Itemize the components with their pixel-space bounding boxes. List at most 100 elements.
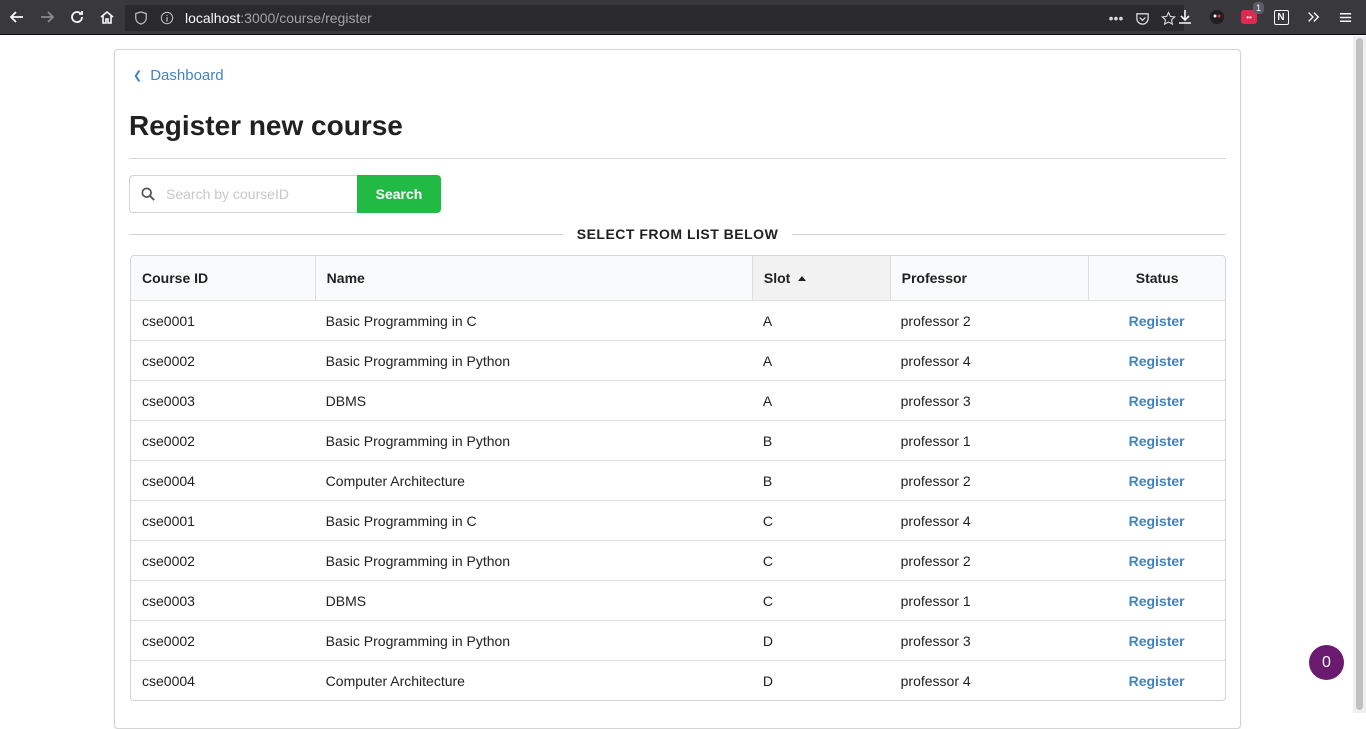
- cell-name: Basic Programming in Python: [315, 621, 752, 660]
- table-row: cse0002 Basic Programming in Python Dprofe…: [131, 620, 1225, 660]
- forward-icon[interactable]: [34, 4, 60, 30]
- hamburger-menu-icon[interactable]: [1332, 4, 1358, 30]
- overflow-chevron-icon[interactable]: [1300, 4, 1326, 30]
- notion-icon[interactable]: N: [1268, 4, 1294, 30]
- url-path: :3000/course/register: [240, 10, 372, 26]
- cell-course-id-text: cse0002: [142, 432, 195, 449]
- register-card: ❮ Dashboard Register new course Search S…: [114, 49, 1241, 729]
- page-scrollbar[interactable]: [1353, 36, 1366, 713]
- cell-slot-text: A: [762, 392, 773, 409]
- cell-slot-text: C: [762, 592, 773, 609]
- cell-name-text: Basic Programming in C: [325, 512, 477, 529]
- dashboard-back-link[interactable]: ❮ Dashboard: [133, 67, 224, 84]
- cell-slot: D: [752, 621, 890, 660]
- cell-slot: A: [752, 301, 890, 340]
- cell-course-id: cse0004: [131, 461, 315, 500]
- back-icon[interactable]: [4, 4, 30, 30]
- table-row: cse0004 Computer Architecture Dprofessor 4…: [131, 660, 1225, 700]
- cell-status: Register: [1088, 381, 1225, 420]
- cell-professor: professor 4: [890, 661, 1089, 700]
- table-row: cse0001 Basic Programming in C Aprofessor …: [131, 300, 1225, 340]
- header-slot[interactable]: Slot: [751, 256, 890, 300]
- reload-icon[interactable]: [64, 4, 90, 30]
- cell-professor: professor 4: [890, 501, 1089, 540]
- cell-course-id-text: cse0004: [142, 672, 195, 689]
- cell-slot-text: C: [762, 512, 773, 529]
- cell-course-id: cse0002: [131, 621, 315, 660]
- register-link[interactable]: Register: [1129, 473, 1185, 489]
- cell-status: Register: [1088, 341, 1225, 380]
- register-link[interactable]: Register: [1129, 673, 1185, 689]
- register-link[interactable]: Register: [1129, 513, 1185, 529]
- floating-counter-button[interactable]: 0: [1309, 645, 1344, 680]
- register-link[interactable]: Register: [1129, 393, 1185, 409]
- sort-ascending-icon: [798, 275, 807, 281]
- cell-professor: professor 2: [890, 461, 1089, 500]
- cell-slot: C: [752, 581, 890, 620]
- url-host: localhost: [185, 10, 241, 26]
- register-link[interactable]: Register: [1129, 313, 1185, 329]
- cell-course-id: cse0003: [131, 381, 315, 420]
- home-icon[interactable]: [94, 4, 120, 30]
- table-row: cse0003 DBMS Aprofessor 3 Register: [131, 380, 1225, 420]
- url-bar[interactable]: localhost:3000/course/register •••: [125, 5, 1184, 31]
- section-divider: SELECT FROM LIST BELOW: [129, 225, 1227, 243]
- cell-name: DBMS: [315, 581, 752, 620]
- cell-professor-text: professor 2: [900, 472, 971, 489]
- dashboard-link-label[interactable]: Dashboard: [150, 67, 223, 84]
- register-link[interactable]: Register: [1129, 593, 1185, 609]
- header-course-id[interactable]: Course ID: [131, 256, 315, 300]
- cell-slot-text: B: [762, 472, 773, 489]
- extension-avatar-icon[interactable]: [1204, 4, 1230, 30]
- cell-professor-text: professor 1: [900, 432, 971, 449]
- cell-status: Register: [1088, 621, 1225, 660]
- cell-course-id: cse0002: [131, 341, 315, 380]
- cell-slot: C: [752, 541, 890, 580]
- cell-status: Register: [1088, 421, 1225, 460]
- search-field[interactable]: [129, 175, 357, 213]
- pocket-icon[interactable]: [1132, 8, 1152, 28]
- cell-course-id: cse0001: [131, 301, 315, 340]
- cell-professor: professor 1: [890, 421, 1089, 460]
- cell-name-text: Computer Architecture: [325, 472, 465, 489]
- cell-professor: professor 3: [890, 381, 1089, 420]
- cell-slot-text: A: [762, 352, 773, 369]
- register-link[interactable]: Register: [1129, 553, 1185, 569]
- cell-course-id: cse0001: [131, 501, 315, 540]
- header-professor[interactable]: Professor: [889, 256, 1089, 300]
- search-button[interactable]: Search: [357, 175, 441, 213]
- cell-professor-text: professor 3: [900, 392, 971, 409]
- info-icon[interactable]: [157, 8, 177, 28]
- divider-line-right: [792, 233, 1227, 235]
- download-icon[interactable]: [1172, 4, 1198, 30]
- cell-name-text: Basic Programming in Python: [325, 552, 511, 569]
- page-actions-icon[interactable]: •••: [1106, 8, 1126, 28]
- cell-name: Basic Programming in C: [315, 301, 752, 340]
- cell-professor-text: professor 3: [900, 632, 971, 649]
- cell-status: Register: [1088, 661, 1225, 700]
- extension-badge-icon[interactable]: •• 1: [1236, 2, 1264, 30]
- courses-table: Course ID Name Slot Professor Status cse…: [130, 255, 1226, 701]
- table-row: cse0001 Basic Programming in C Cprofessor …: [131, 500, 1225, 540]
- cell-status: Register: [1088, 541, 1225, 580]
- cell-slot: B: [752, 421, 890, 460]
- tracking-shield-icon[interactable]: [131, 8, 151, 28]
- section-label: SELECT FROM LIST BELOW: [576, 226, 779, 242]
- search-group: Search: [129, 175, 441, 213]
- table-row: cse0002 Basic Programming in Python Bprofe…: [131, 420, 1225, 460]
- search-input[interactable]: [166, 186, 352, 202]
- table-row: cse0002 Basic Programming in Python Cprofe…: [131, 540, 1225, 580]
- cell-slot-text: B: [762, 432, 773, 449]
- cell-course-id: cse0003: [131, 581, 315, 620]
- table-row: cse0003 DBMS Cprofessor 1 Register: [131, 580, 1225, 620]
- cell-status: Register: [1088, 501, 1225, 540]
- search-icon: [130, 187, 166, 201]
- scrollbar-thumb[interactable]: [1356, 38, 1363, 710]
- register-link[interactable]: Register: [1129, 633, 1185, 649]
- cell-name: DBMS: [315, 381, 752, 420]
- divider-line-left: [129, 233, 563, 235]
- register-link[interactable]: Register: [1129, 353, 1185, 369]
- header-status[interactable]: Status: [1088, 256, 1225, 300]
- header-name[interactable]: Name: [314, 256, 752, 300]
- register-link[interactable]: Register: [1129, 433, 1185, 449]
